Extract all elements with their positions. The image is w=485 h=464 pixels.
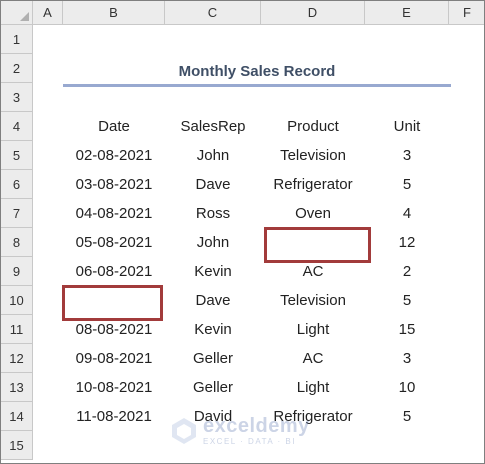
salesrep-cell[interactable]: Dave bbox=[165, 170, 261, 199]
cell-a5[interactable] bbox=[33, 141, 63, 170]
date-cell[interactable]: 11-08-2021 bbox=[63, 402, 165, 431]
date-cell[interactable]: 03-08-2021 bbox=[63, 170, 165, 199]
date-cell[interactable]: 05-08-2021 bbox=[63, 228, 165, 257]
date-cell[interactable]: 10-08-2021 bbox=[63, 373, 165, 402]
salesrep-cell[interactable]: Kevin bbox=[165, 315, 261, 344]
salesrep-cell[interactable]: Ross bbox=[165, 199, 261, 228]
row-header-1[interactable]: 1 bbox=[1, 25, 33, 54]
row-header-2[interactable]: 2 bbox=[1, 54, 33, 83]
product-cell[interactable]: Television bbox=[261, 141, 365, 170]
table-row: 05-08-2021 John 12 bbox=[33, 228, 449, 257]
cell-a9[interactable] bbox=[33, 257, 63, 286]
unit-cell[interactable]: 3 bbox=[365, 141, 449, 170]
column-header-e[interactable]: E bbox=[365, 1, 449, 25]
unit-cell[interactable]: 10 bbox=[365, 373, 449, 402]
unit-cell[interactable]: 2 bbox=[365, 257, 449, 286]
unit-cell[interactable]: 12 bbox=[365, 228, 449, 257]
header-salesrep[interactable]: SalesRep bbox=[165, 112, 261, 141]
table-row: 06-08-2021 Kevin AC 2 bbox=[33, 257, 449, 286]
row-header-13[interactable]: 13 bbox=[1, 373, 33, 402]
salesrep-cell[interactable]: John bbox=[165, 141, 261, 170]
row-header-11[interactable]: 11 bbox=[1, 315, 33, 344]
header-date[interactable]: Date bbox=[63, 112, 165, 141]
cell-a6[interactable] bbox=[33, 170, 63, 199]
cell-a13[interactable] bbox=[33, 373, 63, 402]
product-cell[interactable]: Refrigerator bbox=[261, 170, 365, 199]
row-header-5[interactable]: 5 bbox=[1, 141, 33, 170]
column-header-c[interactable]: C bbox=[165, 1, 261, 25]
blank-product-highlight bbox=[264, 227, 371, 263]
cell-a11[interactable] bbox=[33, 315, 63, 344]
unit-cell[interactable]: 15 bbox=[365, 315, 449, 344]
unit-cell[interactable]: 4 bbox=[365, 199, 449, 228]
table-row: 10-08-2021 Geller Light 10 bbox=[33, 373, 449, 402]
row-header-7[interactable]: 7 bbox=[1, 199, 33, 228]
row-header-column: 1 2 3 4 5 6 7 8 9 10 11 12 13 14 15 bbox=[1, 25, 33, 460]
grid-row-15 bbox=[33, 431, 449, 460]
spreadsheet: A B C D E F 1 2 3 4 5 6 7 8 9 10 11 12 1… bbox=[0, 0, 485, 464]
grid-row-3 bbox=[33, 83, 449, 112]
cell-a12[interactable] bbox=[33, 344, 63, 373]
header-row: Date SalesRep Product Unit bbox=[33, 112, 449, 141]
salesrep-cell[interactable]: Dave bbox=[165, 286, 261, 315]
cell-grid: Date SalesRep Product Unit 02-08-2021 Jo… bbox=[33, 25, 449, 460]
cell-a8[interactable] bbox=[33, 228, 63, 257]
table-row: 11-08-2021 David Refrigerator 5 bbox=[33, 402, 449, 431]
grid-row-1 bbox=[33, 25, 449, 54]
row-header-14[interactable]: 14 bbox=[1, 402, 33, 431]
unit-cell[interactable]: 5 bbox=[365, 286, 449, 315]
product-cell[interactable]: AC bbox=[261, 344, 365, 373]
date-cell[interactable]: 02-08-2021 bbox=[63, 141, 165, 170]
salesrep-cell[interactable]: Geller bbox=[165, 373, 261, 402]
unit-cell[interactable]: 3 bbox=[365, 344, 449, 373]
product-cell[interactable]: Refrigerator bbox=[261, 402, 365, 431]
table-row: 09-08-2021 Geller AC 3 bbox=[33, 344, 449, 373]
column-header-d[interactable]: D bbox=[261, 1, 365, 25]
product-cell[interactable]: Oven bbox=[261, 199, 365, 228]
row-header-9[interactable]: 9 bbox=[1, 257, 33, 286]
column-header-a[interactable]: A bbox=[33, 1, 63, 25]
row-header-6[interactable]: 6 bbox=[1, 170, 33, 199]
date-cell[interactable]: 04-08-2021 bbox=[63, 199, 165, 228]
salesrep-cell[interactable]: David bbox=[165, 402, 261, 431]
header-product[interactable]: Product bbox=[261, 112, 365, 141]
product-cell[interactable]: Television bbox=[261, 286, 365, 315]
table-row: 03-08-2021 Dave Refrigerator 5 bbox=[33, 170, 449, 199]
salesrep-cell[interactable]: Kevin bbox=[165, 257, 261, 286]
row-header-10[interactable]: 10 bbox=[1, 286, 33, 315]
salesrep-cell[interactable]: John bbox=[165, 228, 261, 257]
unit-cell[interactable]: 5 bbox=[365, 402, 449, 431]
cell-a10[interactable] bbox=[33, 286, 63, 315]
product-cell[interactable]: Light bbox=[261, 315, 365, 344]
row-header-12[interactable]: 12 bbox=[1, 344, 33, 373]
unit-cell[interactable]: 5 bbox=[365, 170, 449, 199]
row-header-4[interactable]: 4 bbox=[1, 112, 33, 141]
column-header-f[interactable]: F bbox=[449, 1, 484, 25]
cell-a7[interactable] bbox=[33, 199, 63, 228]
blank-date-highlight bbox=[62, 285, 163, 321]
row-header-8[interactable]: 8 bbox=[1, 228, 33, 257]
product-cell[interactable]: Light bbox=[261, 373, 365, 402]
grid-row-2 bbox=[33, 54, 449, 83]
date-cell[interactable]: 06-08-2021 bbox=[63, 257, 165, 286]
column-header-row: A B C D E F bbox=[33, 1, 484, 25]
salesrep-cell[interactable]: Geller bbox=[165, 344, 261, 373]
date-cell[interactable]: 09-08-2021 bbox=[63, 344, 165, 373]
row-header-15[interactable]: 15 bbox=[1, 431, 33, 460]
column-header-b[interactable]: B bbox=[63, 1, 165, 25]
row-header-3[interactable]: 3 bbox=[1, 83, 33, 112]
cell-a4[interactable] bbox=[33, 112, 63, 141]
table-row: 04-08-2021 Ross Oven 4 bbox=[33, 199, 449, 228]
cell-a14[interactable] bbox=[33, 402, 63, 431]
select-all-corner[interactable] bbox=[1, 1, 33, 25]
header-unit[interactable]: Unit bbox=[365, 112, 449, 141]
table-row: 02-08-2021 John Television 3 bbox=[33, 141, 449, 170]
